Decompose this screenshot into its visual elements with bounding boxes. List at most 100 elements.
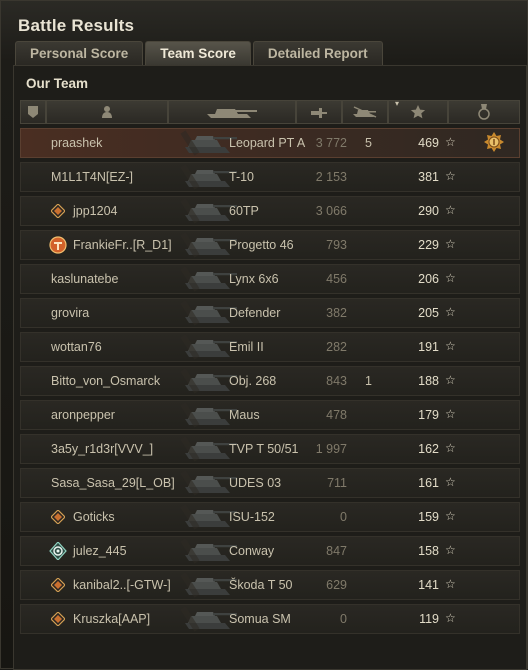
- experience-value: 229: [418, 238, 439, 252]
- player-name[interactable]: jpp1204: [73, 197, 118, 225]
- vehicle-name: Somua SM: [229, 612, 291, 626]
- table-row[interactable]: Kruszka[AAP] Somua SM 0 119 ☆: [20, 604, 520, 634]
- player-name[interactable]: Kruszka[AAP]: [73, 605, 150, 633]
- table-row[interactable]: 3a5y_r1d3r[VVV_] TVP T 50/51 1 997 162 ☆: [20, 434, 520, 464]
- battle-results-window: Battle Results Personal Score Team Score…: [0, 0, 528, 670]
- rank-diamond-icon: [50, 611, 66, 627]
- vehicle-name: Defender: [229, 306, 281, 320]
- experience-value: 290: [418, 204, 439, 218]
- experience-value: 469: [418, 136, 439, 150]
- kills-icon[interactable]: [342, 100, 388, 124]
- vehicle-name: TVP T 50/51: [229, 442, 299, 456]
- table-row[interactable]: M1L1T4N[EZ-] T-10 2 153 381 ☆: [20, 162, 520, 192]
- experience-value: 381: [418, 170, 439, 184]
- table-row[interactable]: kaslunatebe Lynx 6x6 456 206 ☆: [20, 264, 520, 294]
- table-row[interactable]: Bitto_von_Osmarck Obj. 268 843 1 188 ☆: [20, 366, 520, 396]
- clan-rank-icon: [49, 236, 67, 254]
- player-name[interactable]: 3a5y_r1d3r[VVV_]: [51, 435, 153, 463]
- damage-value: 3 066: [315, 204, 347, 218]
- player-name[interactable]: aronpepper: [51, 401, 115, 429]
- table-row[interactable]: julez_445 Conway 847 158 ☆: [20, 536, 520, 566]
- player-name[interactable]: Sasa_Sasa_29[L_OB]: [51, 469, 175, 497]
- star-icon: ☆: [445, 407, 456, 421]
- table-row[interactable]: jpp1204 60TP 3 066 290 ☆: [20, 196, 520, 226]
- team-roster: praashek Leopard PT A 3 772 5 469 ☆ M1L1T4N[EZ…: [20, 128, 520, 638]
- vehicle-name: Obj. 268: [229, 374, 277, 388]
- table-row[interactable]: grovira Defender 382 205 ☆: [20, 298, 520, 328]
- table-row[interactable]: FrankieFr..[R_D1] Progetto 46 793 229 ☆: [20, 230, 520, 260]
- damage-value: 629: [326, 578, 347, 592]
- player-name[interactable]: grovira: [51, 299, 89, 327]
- star-icon: ☆: [445, 611, 456, 625]
- tab-team-score[interactable]: Team Score: [145, 41, 251, 65]
- experience-value: 161: [418, 476, 439, 490]
- damage-icon[interactable]: [296, 100, 342, 124]
- damage-value: 711: [327, 476, 347, 490]
- rank-chevron-icon[interactable]: [20, 100, 46, 124]
- player-name[interactable]: M1L1T4N[EZ-]: [51, 163, 133, 191]
- rank-diamond-icon: [50, 577, 66, 593]
- medal-icon[interactable]: [448, 100, 520, 124]
- table-row[interactable]: kanibal2..[-GTW-] Škoda T 50 629 141 ☆: [20, 570, 520, 600]
- table-row[interactable]: wottan76 Emil II 282 191 ☆: [20, 332, 520, 362]
- experience-value: 191: [418, 340, 439, 354]
- star-icon: ☆: [445, 169, 456, 183]
- damage-value: 1 997: [315, 442, 347, 456]
- damage-value: 0: [340, 612, 347, 626]
- player-name[interactable]: Goticks: [73, 503, 115, 531]
- damage-value: 478: [326, 408, 347, 422]
- table-row[interactable]: Sasa_Sasa_29[L_OB] UDES 03 711 161 ☆: [20, 468, 520, 498]
- experience-value: 205: [418, 306, 439, 320]
- experience-value: 206: [418, 272, 439, 286]
- star-icon: ☆: [445, 339, 456, 353]
- vehicle-name: Conway: [229, 544, 275, 558]
- damage-value: 0: [340, 510, 347, 524]
- tank-icon[interactable]: [168, 100, 296, 124]
- tab-personal-score[interactable]: Personal Score: [15, 41, 144, 65]
- player-name[interactable]: FrankieFr..[R_D1]: [73, 231, 172, 259]
- experience-value: 158: [418, 544, 439, 558]
- star-icon: ☆: [445, 373, 456, 387]
- team-score-panel: Our Team ▾ praashek Leopard PT A 3 772 5…: [13, 65, 527, 670]
- vehicle-name: T-10: [229, 170, 255, 184]
- damage-value: 793: [326, 238, 347, 252]
- window-title: Battle Results: [18, 16, 135, 35]
- player-name[interactable]: wottan76: [51, 333, 102, 361]
- experience-value: 159: [418, 510, 439, 524]
- damage-value: 456: [326, 272, 347, 286]
- vehicle-name: Leopard PT A: [229, 136, 306, 150]
- star-icon: ☆: [445, 305, 456, 319]
- damage-value: 843: [326, 374, 347, 388]
- player-name[interactable]: kanibal2..[-GTW-]: [73, 571, 171, 599]
- damage-value: 3 772: [315, 136, 347, 150]
- vehicle-name: Lynx 6x6: [229, 272, 279, 286]
- vehicle-name: 60TP: [229, 204, 259, 218]
- vehicle-name: UDES 03: [229, 476, 282, 490]
- table-row[interactable]: aronpepper Maus 478 179 ☆: [20, 400, 520, 430]
- damage-value: 382: [326, 306, 347, 320]
- experience-star-icon[interactable]: ▾: [388, 99, 448, 124]
- damage-value: 282: [326, 340, 347, 354]
- star-icon: ☆: [445, 475, 456, 489]
- vehicle-name: Emil II: [229, 340, 264, 354]
- player-name[interactable]: kaslunatebe: [51, 265, 118, 293]
- player-name[interactable]: praashek: [51, 129, 102, 157]
- table-header: ▾: [20, 99, 520, 124]
- table-row[interactable]: praashek Leopard PT A 3 772 5 469 ☆: [20, 128, 520, 158]
- star-icon: ☆: [445, 135, 456, 149]
- kills-value: 1: [365, 374, 372, 388]
- achievement-medal-icon[interactable]: [483, 132, 505, 154]
- team-title: Our Team: [26, 76, 89, 91]
- star-icon: ☆: [445, 203, 456, 217]
- kills-value: 5: [365, 136, 372, 150]
- player-name[interactable]: Bitto_von_Osmarck: [51, 367, 160, 395]
- star-icon: ☆: [445, 577, 456, 591]
- star-icon: ☆: [445, 543, 456, 557]
- table-row[interactable]: Goticks ISU-152 0 159 ☆: [20, 502, 520, 532]
- vehicle-name: Progetto 46: [229, 238, 294, 252]
- tab-detailed-report[interactable]: Detailed Report: [252, 41, 383, 65]
- star-icon: ☆: [445, 237, 456, 251]
- player-icon[interactable]: [46, 100, 168, 124]
- player-name[interactable]: julez_445: [73, 537, 127, 565]
- experience-value: 188: [418, 374, 439, 388]
